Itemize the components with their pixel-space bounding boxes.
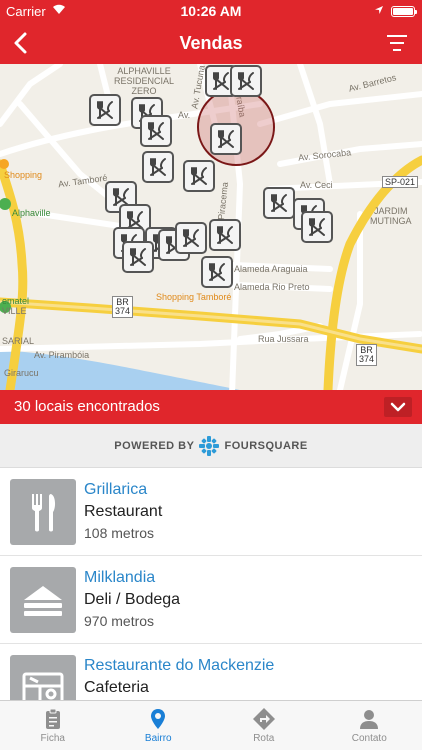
clipboard-icon — [45, 708, 60, 729]
restaurant-pin[interactable] — [201, 256, 233, 288]
neighborhood-map[interactable]: ALPHAVILLE RESIDENCIAL ZERO Av. Av. Tamb… — [0, 64, 422, 390]
map-label-br374: BR 374 — [112, 296, 134, 318]
restaurant-pin[interactable] — [89, 94, 121, 126]
collapse-button[interactable] — [384, 397, 412, 417]
status-bar: Carrier 10:26 AM — [0, 0, 422, 22]
fork-knife-icon — [148, 122, 164, 140]
tab-contato[interactable]: Contato — [317, 701, 422, 750]
map-label-av-ceci: Av. Ceci — [300, 180, 333, 190]
powered-by-banner: POWERED BY FOURSQUARE — [0, 424, 422, 468]
fork-knife-icon — [150, 158, 166, 176]
map-label-av-piramboia: Av. Pirambóia — [34, 350, 90, 360]
tab-bairro[interactable]: Bairro — [106, 701, 212, 750]
restaurant-pin[interactable] — [210, 123, 242, 155]
restaurant-pin[interactable] — [230, 65, 262, 97]
restaurant-pin[interactable] — [122, 241, 154, 273]
venue-distance: 970 metros — [84, 613, 155, 629]
tab-label: Rota — [253, 733, 275, 744]
map-label-rua-jussara: Rua Jussara — [258, 334, 309, 344]
map-label-ville: VILLE — [2, 306, 27, 316]
person-icon — [360, 710, 379, 729]
restaurant-pin[interactable] — [209, 219, 241, 251]
map-pin-icon — [151, 709, 166, 729]
fork-knife-icon — [130, 248, 146, 266]
map-label-av-tambore-top: Av. — [178, 110, 191, 120]
restaurant-pin[interactable] — [263, 187, 295, 219]
fork-knife-icon — [10, 479, 76, 545]
restaurant-pin[interactable] — [142, 151, 174, 183]
results-bar[interactable]: 30 locais encontrados — [0, 390, 422, 424]
fork-knife-icon — [213, 72, 229, 90]
restaurant-pin[interactable] — [140, 115, 172, 147]
tab-ficha[interactable]: Ficha — [0, 701, 106, 750]
status-time: 10:26 AM — [180, 3, 242, 19]
fork-knife-icon — [217, 226, 233, 244]
fork-knife-icon — [209, 263, 225, 281]
list-item[interactable]: Milklandia Deli / Bodega 970 metros — [0, 556, 422, 644]
map-label-alphaville: Alphaville — [12, 208, 51, 218]
restaurant-pin[interactable] — [301, 211, 333, 243]
tab-bar: Ficha Bairro Rota Contato — [0, 700, 422, 750]
powered-by-label: POWERED BY — [114, 439, 195, 452]
fork-knife-icon — [218, 130, 234, 148]
list-item[interactable]: Restaurante do Mackenzie Cafeteria — [0, 644, 422, 700]
fork-knife-icon — [183, 229, 199, 247]
fork-knife-icon — [309, 218, 325, 236]
sandwich-icon — [10, 567, 76, 633]
food-tray-icon — [10, 655, 76, 700]
map-label-shopping-tambore: Shopping Tamboré — [156, 292, 232, 302]
venue-category: Deli / Bodega — [84, 591, 181, 608]
navigation-bar: Vendas — [0, 22, 422, 64]
restaurant-pin[interactable] — [175, 222, 207, 254]
page-title: Vendas — [179, 33, 243, 53]
app-header: Carrier 10:26 AM Vendas — [0, 0, 422, 64]
map-label-br374-east: BR 374 — [356, 344, 378, 366]
location-arrow-icon — [374, 3, 384, 18]
filter-icon — [387, 35, 407, 51]
list-item[interactable]: Grillarica Restaurant 108 metros — [0, 468, 422, 556]
chevron-down-icon — [384, 397, 412, 417]
foursquare-brand-label: FOURSQUARE — [224, 439, 308, 452]
map-label-irauru: Girarucu — [4, 368, 39, 378]
tab-label: Ficha — [40, 733, 65, 744]
fork-knife-icon — [97, 101, 113, 119]
fork-knife-icon — [191, 167, 207, 185]
venue-list[interactable]: Grillarica Restaurant 108 metros Milklan… — [0, 468, 422, 700]
restaurant-pin[interactable] — [183, 160, 215, 192]
venue-category: Cafeteria — [84, 679, 149, 696]
directions-icon — [252, 708, 275, 730]
venue-name[interactable]: Grillarica — [84, 481, 147, 499]
filter-button[interactable] — [384, 31, 410, 55]
map-label-jardim-mutinga: JARDIM MUTINGA — [370, 206, 412, 226]
tab-label: Contato — [351, 733, 387, 744]
venue-category: Restaurant — [84, 503, 163, 520]
venue-distance: 108 metros — [84, 525, 155, 541]
fork-knife-icon — [271, 194, 287, 212]
venue-name[interactable]: Milklandia — [84, 569, 155, 587]
map-label-sp021: SP-021 — [382, 176, 419, 188]
map-label-sarial: SARIAL — [2, 336, 35, 346]
tab-label: Bairro — [144, 733, 172, 744]
map-label-shopping: Shopping — [4, 170, 43, 180]
map-label-alameda-araguaia: Alameda Araguaia — [234, 264, 308, 274]
tab-rota[interactable]: Rota — [211, 701, 317, 750]
fork-knife-icon — [238, 72, 254, 90]
results-count: 30 locais encontrados — [14, 398, 160, 415]
foursquare-logo-icon — [199, 435, 220, 456]
map-label-residential: ALPHAVILLE RESIDENCIAL ZERO — [114, 66, 175, 96]
map-label-emateri: ematel — [2, 296, 30, 306]
battery-icon — [391, 6, 417, 17]
venue-name[interactable]: Restaurante do Mackenzie — [84, 657, 274, 675]
map-label-alameda-rio-preto: Alameda Rio Preto — [234, 282, 310, 292]
